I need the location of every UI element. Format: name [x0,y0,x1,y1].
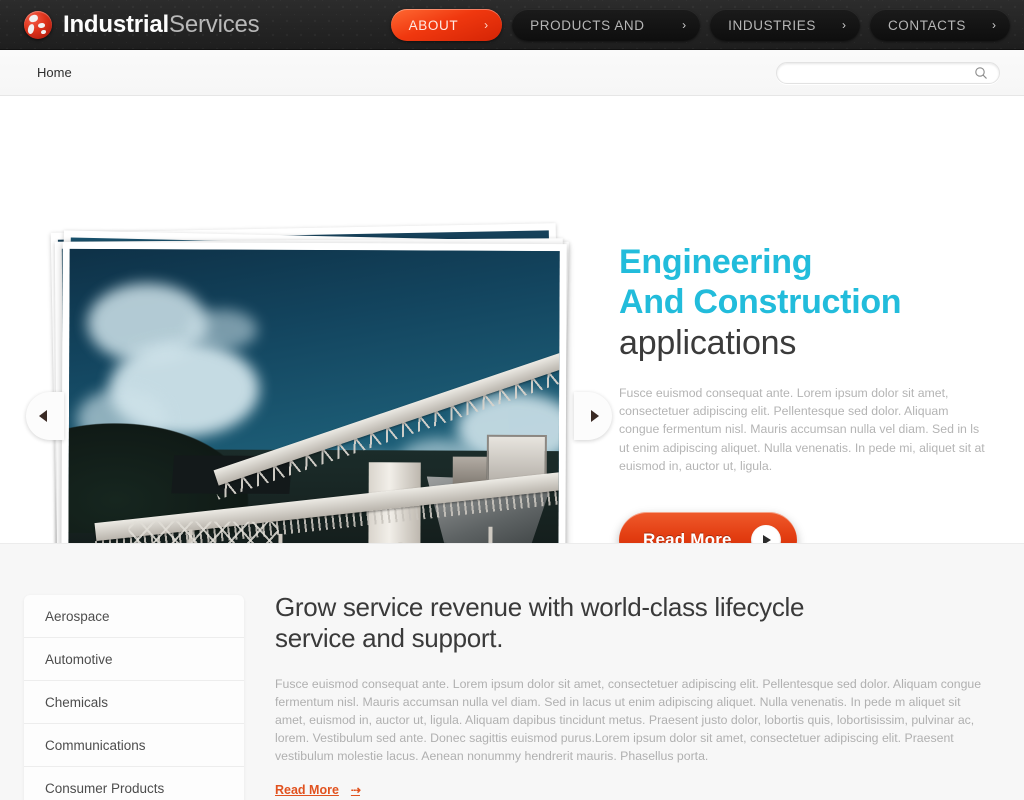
page-root: IndustrialServices ABOUT › PRODUCTS AND … [0,0,1024,800]
chevron-right-icon [591,410,599,422]
slider-next-button[interactable] [574,392,612,440]
search-box[interactable] [776,61,1000,84]
sidebar-item-communications[interactable]: Communications [24,724,244,767]
hero-heading-line2: And Construction [619,283,902,321]
nav-label: PRODUCTS AND [530,17,645,33]
logo[interactable]: IndustrialServices [24,10,260,39]
nav-item-contacts[interactable]: CONTACTS › [869,9,1010,41]
sidebar-item-label: Communications [45,737,146,753]
sidebar-item-label: Chemicals [45,694,109,710]
main-paragraph: Fusce euismod consequat ante. Lorem ipsu… [275,677,982,763]
brand-text: IndustrialServices [63,10,260,39]
main-navigation: ABOUT › PRODUCTS AND › INDUSTRIES › CONT… [381,9,1024,41]
hero-heading-line1: Engineering [619,243,813,281]
breadcrumb-bar: Home [0,50,1024,96]
arrow-right-icon: ⇢ [350,783,361,797]
nav-item-products-and[interactable]: PRODUCTS AND › [512,9,701,41]
hero-paragraph: Fusce euismod consequat ante. Lorem ipsu… [619,386,985,473]
chevron-right-icon: › [992,18,996,32]
search-icon[interactable] [974,66,992,80]
slider-prev-button[interactable] [26,392,64,440]
main-read-more-link[interactable]: Read More ⇢ [275,783,361,797]
sidebar-item-label: Aerospace [45,608,110,624]
brand-name-bold: Industrial [63,10,170,38]
nav-item-about[interactable]: ABOUT › [390,9,503,41]
chevron-left-icon [39,410,47,422]
search-area [776,61,1000,84]
site-header: IndustrialServices ABOUT › PRODUCTS AND … [0,0,1024,50]
sidebar-item-label: Automotive [45,651,113,667]
industries-sidebar: Aerospace Automotive Chemicals Communica… [24,595,244,800]
sidebar-item-consumer-products[interactable]: Consumer Products [24,767,244,800]
sidebar-item-automotive[interactable]: Automotive [24,638,244,681]
nav-item-industries[interactable]: INDUSTRIES › [710,9,860,41]
chevron-right-icon: › [682,18,687,32]
content-section: Aerospace Automotive Chemicals Communica… [0,543,1024,800]
chevron-right-icon: › [484,18,489,32]
sidebar-item-chemicals[interactable]: Chemicals [24,681,244,724]
hero-section: Engineering And Construction application… [0,96,1024,593]
slide-image [68,248,560,580]
chevron-right-icon: › [841,18,846,32]
hero-heading: Engineering And Construction application… [619,242,997,364]
brand-name-light: Services [169,10,260,38]
sidebar-item-aerospace[interactable]: Aerospace [24,595,244,638]
nav-label: CONTACTS [887,17,966,33]
slide-current-photo[interactable] [61,241,567,589]
nav-label: ABOUT [408,17,459,33]
main-content-column: Grow service revenue with world-class li… [275,592,1000,799]
hero-text-block: Engineering And Construction application… [619,242,997,568]
main-heading: Grow service revenue with world-class li… [275,592,805,653]
main-read-more-label: Read More [275,783,339,797]
hero-heading-line3: applications [619,324,797,362]
breadcrumb-home[interactable]: Home [37,65,72,80]
nav-label: INDUSTRIES [728,17,816,33]
search-input[interactable] [777,66,974,79]
globe-icon [24,10,52,39]
sidebar-item-label: Consumer Products [45,781,165,796]
